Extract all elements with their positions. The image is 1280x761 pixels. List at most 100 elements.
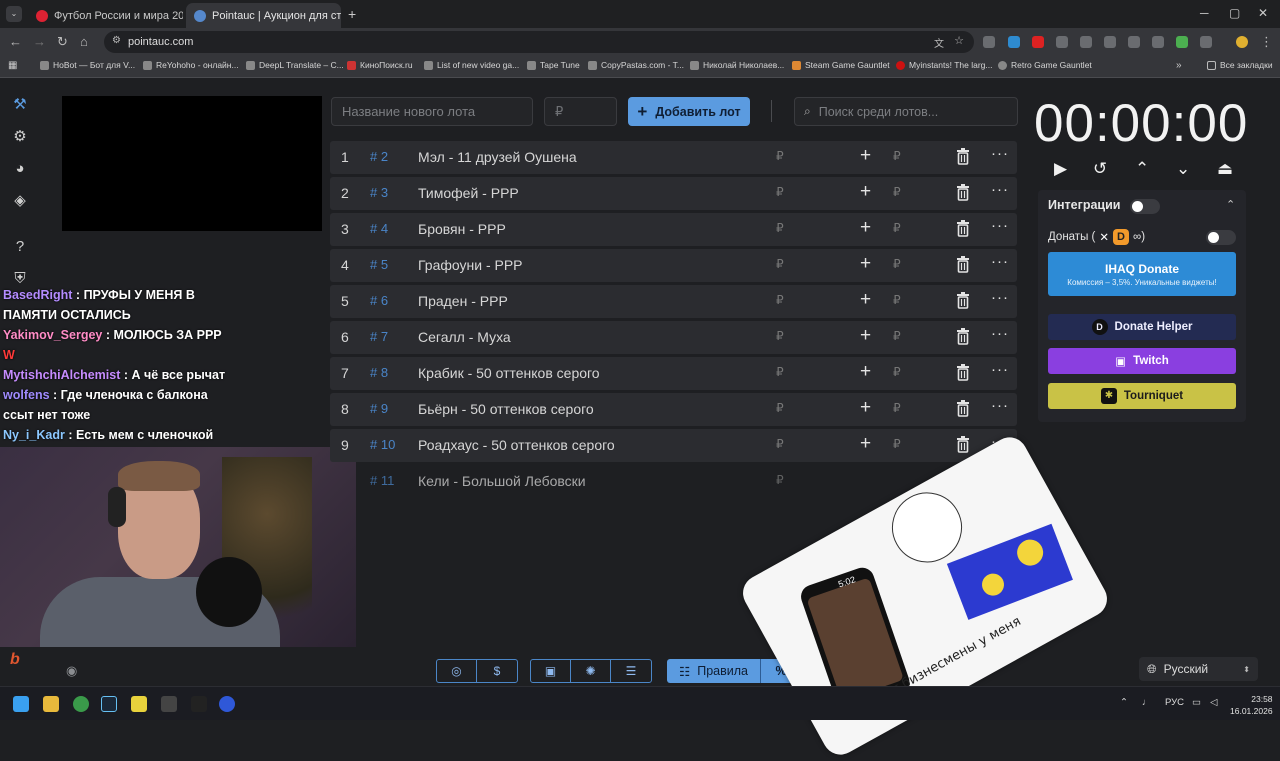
- file-explorer-icon[interactable]: [43, 696, 59, 712]
- chevron-down-icon[interactable]: ⌄: [1176, 159, 1190, 179]
- extensions-puzzle-icon[interactable]: [1200, 36, 1212, 48]
- add-amount-input[interactable]: ₽: [893, 257, 901, 271]
- forward-icon[interactable]: →: [33, 34, 46, 49]
- delete-icon[interactable]: [956, 184, 970, 201]
- more-options-icon[interactable]: ···: [991, 397, 1009, 414]
- extension-icon[interactable]: [1080, 36, 1092, 48]
- all-bookmarks[interactable]: Все закладки: [1207, 60, 1273, 70]
- volume-icon[interactable]: ◁: [1210, 697, 1217, 708]
- add-amount-input[interactable]: ₽: [893, 329, 901, 343]
- lot-row[interactable]: 8 # 9 Бьёрн - 50 оттенков серого ₽ + ₽ ···: [330, 393, 1017, 426]
- more-options-icon[interactable]: ···: [991, 217, 1009, 234]
- lot-id[interactable]: # 5: [370, 257, 388, 272]
- lot-id[interactable]: # 2: [370, 149, 388, 164]
- maximize-icon[interactable]: ▢: [1229, 6, 1240, 20]
- add-amount-input[interactable]: ₽: [893, 401, 901, 415]
- delete-icon[interactable]: [956, 328, 970, 345]
- add-lot-button[interactable]: + Добавить лот: [628, 97, 750, 126]
- lot-amount[interactable]: ₽: [776, 437, 784, 451]
- delete-icon[interactable]: [956, 220, 970, 237]
- donate-helper-button[interactable]: D Donate Helper: [1048, 314, 1236, 340]
- bookmark-item[interactable]: List of new video ga...: [424, 60, 519, 70]
- add-amount-icon[interactable]: +: [860, 361, 871, 383]
- add-amount-input[interactable]: ₽: [893, 221, 901, 235]
- lot-amount[interactable]: ₽: [776, 257, 784, 271]
- add-amount-icon[interactable]: +: [860, 289, 871, 311]
- donate-dollar-button[interactable]: $: [477, 660, 517, 682]
- bookmark-item[interactable]: Myinstants! The larg...: [896, 60, 992, 70]
- apps-grid-icon[interactable]: ▦: [8, 60, 17, 71]
- settings-gear-icon[interactable]: ⚙: [11, 128, 29, 146]
- extension-icon[interactable]: [983, 36, 995, 48]
- site-info-icon[interactable]: ⚙: [112, 35, 121, 46]
- lot-id[interactable]: # 6: [370, 293, 388, 308]
- delete-icon[interactable]: [956, 364, 970, 381]
- app-icon[interactable]: [131, 696, 147, 712]
- add-amount-icon[interactable]: +: [860, 145, 871, 167]
- delete-icon[interactable]: [956, 292, 970, 309]
- layers-icon[interactable]: ◈: [11, 192, 29, 210]
- more-options-icon[interactable]: ···: [991, 325, 1009, 342]
- lot-row[interactable]: 9# 10Роадхаус - 50 оттенков серого₽+₽···: [330, 429, 1017, 462]
- play-icon[interactable]: ▶: [1054, 159, 1067, 179]
- lot-name[interactable]: Графоуни - РРР: [418, 257, 523, 273]
- bookmark-item[interactable]: HoBot — Бот для V...: [40, 60, 135, 70]
- lot-name[interactable]: Крабик - 50 оттенков серого: [418, 365, 600, 381]
- lot-row[interactable]: 4 # 5 Графоуни - РРР ₽ + ₽ ···: [330, 249, 1017, 282]
- twitch-button[interactable]: ▣ Twitch: [1048, 348, 1236, 374]
- reload-icon[interactable]: ↻: [57, 34, 68, 50]
- bookmark-item[interactable]: КиноПоиск.ru: [347, 60, 413, 70]
- lot-id[interactable]: # 10: [370, 437, 395, 452]
- lot-amount[interactable]: ₽: [776, 401, 784, 415]
- lot-search-input[interactable]: ⌕ Поиск среди лотов...: [794, 97, 1018, 126]
- add-amount-icon[interactable]: +: [860, 217, 871, 239]
- bug-icon[interactable]: ✺: [571, 660, 611, 682]
- add-amount-input[interactable]: ₽: [893, 293, 901, 307]
- extension-icon[interactable]: [1032, 36, 1044, 48]
- add-amount-icon[interactable]: +: [860, 397, 871, 419]
- rules-button[interactable]: ☷ Правила: [667, 659, 761, 683]
- extension-icon[interactable]: [1152, 36, 1164, 48]
- reset-icon[interactable]: ↺: [1093, 159, 1107, 179]
- add-amount-input[interactable]: ₽: [893, 185, 901, 199]
- delete-icon[interactable]: [956, 256, 970, 273]
- integrations-toggle[interactable]: [1130, 199, 1160, 214]
- new-lot-input[interactable]: Название нового лота: [331, 97, 533, 126]
- app-icon[interactable]: [219, 696, 235, 712]
- lot-id[interactable]: # 4: [370, 221, 388, 236]
- extension-icon[interactable]: [1056, 36, 1068, 48]
- auction-hammer-icon[interactable]: ⚒: [11, 96, 29, 114]
- tab-football[interactable]: Футбол России и мира 2026 - ✕: [28, 3, 183, 28]
- extension-icon[interactable]: [1008, 36, 1020, 48]
- lot-amount[interactable]: ₽: [776, 293, 784, 307]
- add-amount-icon[interactable]: +: [860, 253, 871, 275]
- add-amount-icon[interactable]: +: [860, 325, 871, 347]
- more-options-icon[interactable]: ···: [991, 289, 1009, 306]
- bookmark-star-icon[interactable]: ☆: [954, 34, 964, 47]
- lot-name[interactable]: Кели - Большой Лебовски: [418, 473, 586, 489]
- lot-amount[interactable]: ₽: [776, 473, 784, 487]
- add-amount-input[interactable]: ₽: [893, 365, 901, 379]
- lot-amount[interactable]: ₽: [776, 221, 784, 235]
- app-icon[interactable]: [161, 696, 177, 712]
- extension-icon[interactable]: [1176, 36, 1188, 48]
- delete-icon[interactable]: [956, 436, 970, 453]
- address-bar[interactable]: ⚙ pointauc.com 文 ☆: [104, 31, 974, 53]
- bookmark-item[interactable]: Steam Game Gauntlet: [792, 60, 890, 70]
- keyboard-language[interactable]: РУС: [1165, 697, 1184, 708]
- lot-name[interactable]: Бьёрн - 50 оттенков серого: [418, 401, 594, 417]
- bookmark-item[interactable]: Tape Tune: [527, 60, 580, 70]
- app-icon[interactable]: [191, 696, 207, 712]
- tray-overflow-icon[interactable]: ⌃: [1120, 697, 1128, 708]
- bookmark-item[interactable]: DeepL Translate – C...: [246, 60, 344, 70]
- bookmark-item[interactable]: ReYohoho - онлайн...: [143, 60, 239, 70]
- bookmark-item[interactable]: Николай Николаев...: [690, 60, 784, 70]
- network-icon[interactable]: ▭: [1192, 697, 1201, 708]
- lot-row[interactable]: 2 # 3 Тимофей - РРР ₽ + ₽ ···: [330, 177, 1017, 210]
- steam-icon[interactable]: [101, 696, 117, 712]
- eye-icon[interactable]: ◉: [66, 663, 77, 679]
- tab-pointauc[interactable]: Pointauc | Аукцион для стрим ✕: [186, 3, 341, 28]
- delete-icon[interactable]: [956, 400, 970, 417]
- ihaq-donate-button[interactable]: IHAQ Donate Комиссия – 3,5%. Уникальные …: [1048, 252, 1236, 296]
- close-window-icon[interactable]: ✕: [1258, 6, 1268, 20]
